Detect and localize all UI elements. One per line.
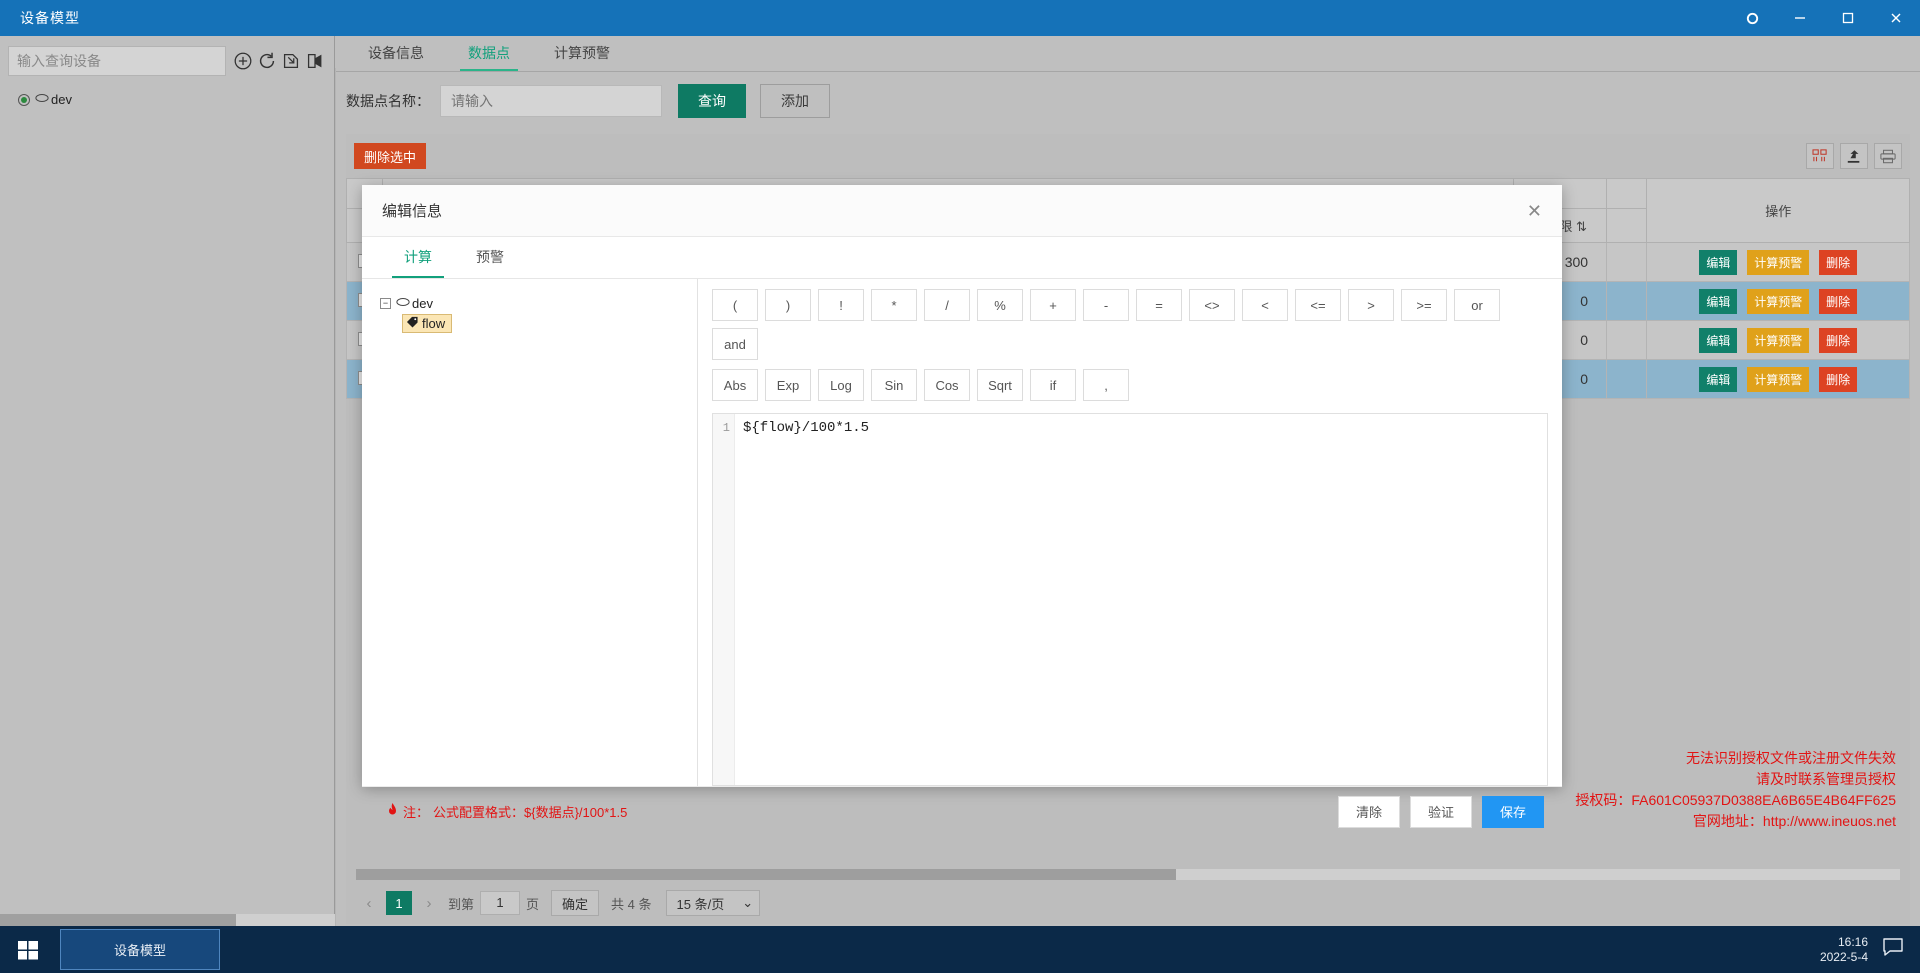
formula-text[interactable]: ${flow}/100*1.5: [735, 414, 1547, 785]
warning-icon: [386, 803, 399, 820]
minimize-button[interactable]: [1776, 0, 1824, 36]
restore-session-icon[interactable]: [1728, 0, 1776, 36]
maximize-button[interactable]: [1824, 0, 1872, 36]
restore-circle-icon: [1746, 12, 1758, 24]
fn-exp[interactable]: Exp: [765, 369, 811, 401]
op-not[interactable]: !: [818, 289, 864, 321]
dialog-body: − dev flow ( ) ! * / % + - = <> < <= > >…: [362, 279, 1562, 786]
tag-chip[interactable]: flow: [402, 313, 453, 333]
fn-cos[interactable]: Cos: [924, 369, 970, 401]
op-multiply[interactable]: *: [871, 289, 917, 321]
system-tray: 16:16 2022-5-4: [1820, 935, 1920, 965]
device-icon: [396, 296, 410, 311]
close-icon[interactable]: ✕: [1527, 202, 1542, 220]
tag-icon: [406, 316, 419, 331]
validate-button[interactable]: 验证: [1409, 795, 1472, 828]
collapse-toggle-icon[interactable]: −: [380, 297, 391, 309]
dialog-tab-calc[interactable]: 计算: [382, 237, 454, 278]
fn-if[interactable]: if: [1030, 369, 1076, 401]
dialog-title: 编辑信息: [382, 203, 443, 220]
op-or[interactable]: or: [1454, 289, 1500, 321]
fn-comma[interactable]: ,: [1083, 369, 1129, 401]
clear-button[interactable]: 清除: [1337, 795, 1400, 828]
close-icon: [1891, 13, 1901, 23]
chat-bubble-icon[interactable]: [1882, 937, 1904, 962]
taskbar-clock[interactable]: 16:16 2022-5-4: [1820, 935, 1868, 965]
windows-taskbar: 设备模型 16:16 2022-5-4: [0, 926, 1920, 973]
op-less-equal[interactable]: <=: [1295, 289, 1341, 321]
minimize-icon: [1795, 17, 1805, 19]
dialog-footer: 注： 公式配置格式：${数据点}/100*1.5 清除 验证 保存: [362, 786, 1562, 836]
start-button[interactable]: [0, 926, 56, 973]
clock-date: 2022-5-4: [1819, 949, 1868, 964]
maximize-icon: [1842, 12, 1854, 24]
tree-node-dev[interactable]: − dev: [380, 293, 697, 313]
fn-abs[interactable]: Abs: [712, 369, 758, 401]
op-greater-equal[interactable]: >=: [1401, 289, 1447, 321]
dialog-header: 编辑信息 ✕: [362, 185, 1562, 237]
op-paren-open[interactable]: (: [712, 289, 758, 321]
op-paren-close[interactable]: ): [765, 289, 811, 321]
taskbar-item-device-model[interactable]: 设备模型: [60, 929, 220, 970]
op-equals[interactable]: =: [1136, 289, 1182, 321]
window-titlebar: 设备模型: [0, 0, 1920, 36]
note-prefix: 注：: [403, 805, 430, 820]
fn-sin[interactable]: Sin: [871, 369, 917, 401]
op-minus[interactable]: -: [1083, 289, 1129, 321]
fn-sqrt[interactable]: Sqrt: [977, 369, 1023, 401]
close-button[interactable]: [1872, 0, 1920, 36]
op-not-equals[interactable]: <>: [1189, 289, 1235, 321]
formula-note: 注： 公式配置格式：${数据点}/100*1.5: [386, 802, 627, 821]
clock-time: 16:16: [1837, 934, 1868, 949]
expression-pane: ( ) ! * / % + - = <> < <= > >= or and Ab…: [698, 279, 1562, 786]
datapoint-tree-pane: − dev flow: [362, 279, 698, 786]
dialog-tabs: 计算 预警: [362, 237, 1562, 279]
op-and[interactable]: and: [712, 328, 758, 360]
editor-line-numbers: 1: [713, 414, 735, 785]
window-title: 设备模型: [20, 10, 80, 26]
fn-log[interactable]: Log: [818, 369, 864, 401]
note-text: 公式配置格式：${数据点}/100*1.5: [433, 805, 628, 820]
edit-info-dialog: 编辑信息 ✕ 计算 预警 − dev flow () ! * / % + - …: [362, 185, 1562, 828]
op-greater-than[interactable]: >: [1348, 289, 1394, 321]
save-button[interactable]: 保存: [1481, 795, 1544, 828]
operator-row-1: ( ) ! * / % + - = <> < <= > >= or and: [712, 289, 1548, 360]
op-plus[interactable]: +: [1030, 289, 1076, 321]
operator-row-2: Abs Exp Log Sin Cos Sqrt if ,: [712, 369, 1548, 401]
tree-node-dev-label: dev: [412, 295, 433, 311]
formula-editor[interactable]: 1 ${flow}/100*1.5: [712, 413, 1548, 786]
op-less-than[interactable]: <: [1242, 289, 1288, 321]
tree-node-flow-label: flow: [422, 315, 446, 331]
dialog-footer-buttons: 清除 验证 保存: [1337, 795, 1544, 828]
tree-node-flow[interactable]: flow: [380, 313, 697, 333]
op-divide[interactable]: /: [924, 289, 970, 321]
op-modulo[interactable]: %: [977, 289, 1023, 321]
dialog-tab-alarm[interactable]: 预警: [454, 237, 526, 278]
windows-logo-icon: [18, 940, 38, 959]
